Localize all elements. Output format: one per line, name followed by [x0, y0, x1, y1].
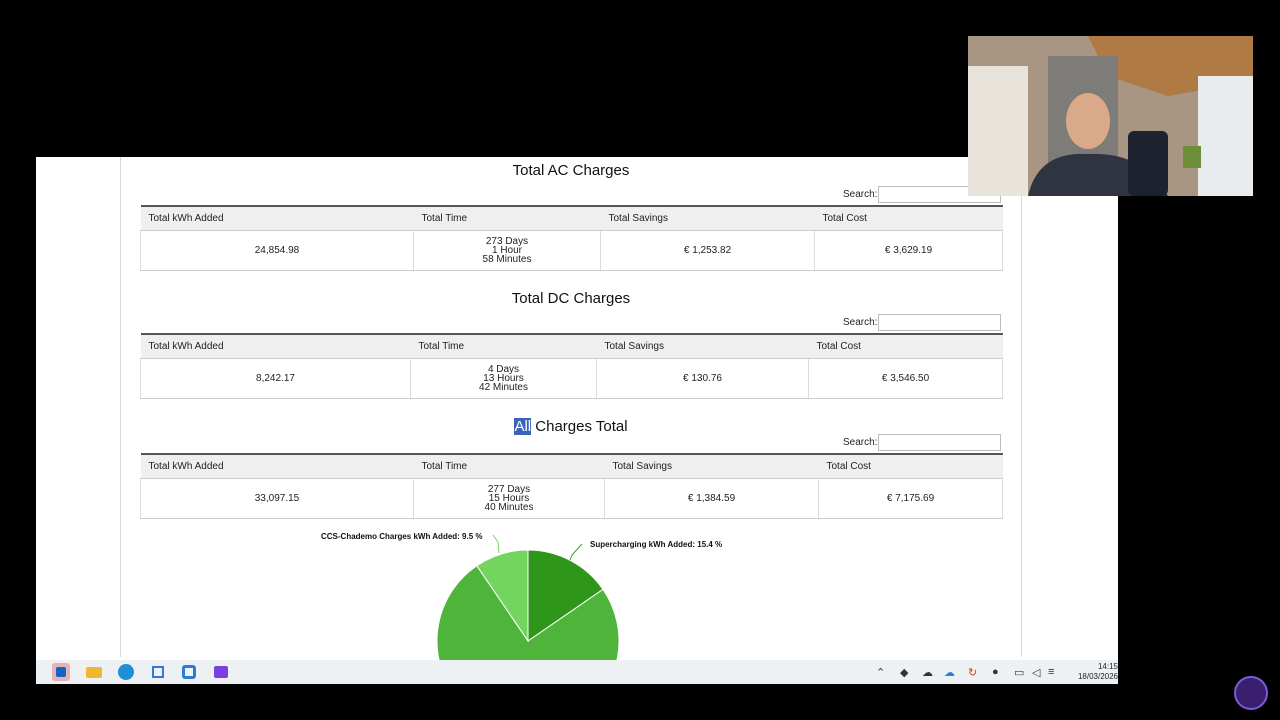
cell-time: 277 Days 15 Hours 40 Minutes [413, 478, 605, 519]
cell-cost: € 3,629.19 [814, 230, 1003, 271]
snipping-tool-icon[interactable] [149, 663, 167, 681]
cell-savings: € 130.76 [596, 358, 809, 399]
search-label: Search: [843, 437, 878, 448]
outlook-icon[interactable] [52, 663, 70, 681]
col-header-kwh[interactable]: Total kWh Added [140, 453, 414, 479]
cell-time: 4 Days 13 Hours 42 Minutes [410, 358, 597, 399]
time-minutes: 42 Minutes [479, 382, 528, 393]
table-row: 24,854.98 273 Days 1 Hour 58 Minutes € 1… [140, 230, 1003, 271]
search-input-dc[interactable] [878, 314, 1001, 331]
table-row: 33,097.15 277 Days 15 Hours 40 Minutes €… [140, 478, 1003, 519]
edge-icon[interactable] [117, 663, 135, 681]
display-icon[interactable]: ▭ [1014, 666, 1024, 679]
cell-savings: € 1,384.59 [604, 478, 819, 519]
col-header-cost[interactable]: Total Cost [808, 333, 1003, 359]
search-label: Search: [843, 317, 878, 328]
col-header-time[interactable]: Total Time [413, 453, 605, 479]
cell-kwh: 24,854.98 [140, 230, 414, 271]
col-header-cost[interactable]: Total Cost [814, 205, 1003, 231]
col-header-cost[interactable]: Total Cost [818, 453, 1003, 479]
system-clock[interactable]: 14:15 18/03/2026 [1078, 662, 1118, 682]
file-explorer-icon[interactable] [85, 663, 103, 681]
screen-area: Total AC Charges Search: Total kWh Added… [36, 157, 1118, 684]
time-minutes: 58 Minutes [482, 254, 532, 265]
search-label: Search: [843, 189, 878, 200]
section-title-all: All Charges Total [121, 418, 1021, 435]
cloud-sync-icon[interactable]: ☁ [922, 666, 933, 679]
taskbar: ⌃ ◆ ☁ ☁ ↻ ● ▭ ◁ ≡ 14:15 18/03/2026 [36, 660, 1118, 684]
cell-cost: € 3,546.50 [808, 358, 1003, 399]
cell-time: 273 Days 1 Hour 58 Minutes [413, 230, 601, 271]
webcam-overlay [968, 36, 1253, 196]
cell-kwh: 8,242.17 [140, 358, 411, 399]
col-header-savings[interactable]: Total Savings [604, 453, 819, 479]
cell-kwh: 33,097.15 [140, 478, 414, 519]
webcam-image [968, 36, 1253, 196]
col-header-time[interactable]: Total Time [410, 333, 597, 359]
all-charges-table: Total kWh Added Total Time Total Savings… [140, 453, 1003, 519]
dc-charges-table: Total kWh Added Total Time Total Savings… [140, 333, 1003, 399]
onedrive-icon[interactable]: ☁ [944, 666, 955, 679]
col-header-savings[interactable]: Total Savings [596, 333, 809, 359]
ac-charges-table: Total kWh Added Total Time Total Savings… [140, 205, 1003, 271]
network-icon[interactable]: ≡ [1048, 666, 1054, 678]
col-header-kwh[interactable]: Total kWh Added [140, 333, 411, 359]
selected-text[interactable]: All [514, 418, 532, 435]
clock-date: 18/03/2026 [1077, 672, 1118, 681]
chevron-up-icon[interactable]: ⌃ [876, 666, 885, 679]
col-header-time[interactable]: Total Time [413, 205, 601, 231]
cell-savings: € 1,253.82 [600, 230, 815, 271]
section-title-ac: Total AC Charges [512, 162, 630, 179]
cell-cost: € 7,175.69 [818, 478, 1003, 519]
section-title-rest: Charges Total [531, 418, 628, 435]
channel-logo [1234, 676, 1268, 710]
time-minutes: 40 Minutes [484, 502, 534, 513]
search-input-all[interactable] [878, 434, 1001, 451]
app-icon[interactable] [180, 663, 198, 681]
col-header-savings[interactable]: Total Savings [600, 205, 815, 231]
clock-time: 14:15 [1097, 662, 1118, 671]
report-content: Total AC Charges Search: Total kWh Added… [120, 157, 1022, 657]
refresh-icon[interactable]: ↻ [968, 666, 977, 679]
speaker-icon[interactable]: ◁ [1032, 666, 1040, 679]
clipchamp-icon[interactable] [212, 663, 230, 681]
table-row: 8,242.17 4 Days 13 Hours 42 Minutes € 13… [140, 358, 1003, 399]
dropbox-icon[interactable]: ◆ [900, 666, 908, 679]
microphone-icon[interactable]: ● [992, 666, 999, 678]
section-title-dc: Total DC Charges [511, 290, 631, 307]
col-header-kwh[interactable]: Total kWh Added [140, 205, 414, 231]
